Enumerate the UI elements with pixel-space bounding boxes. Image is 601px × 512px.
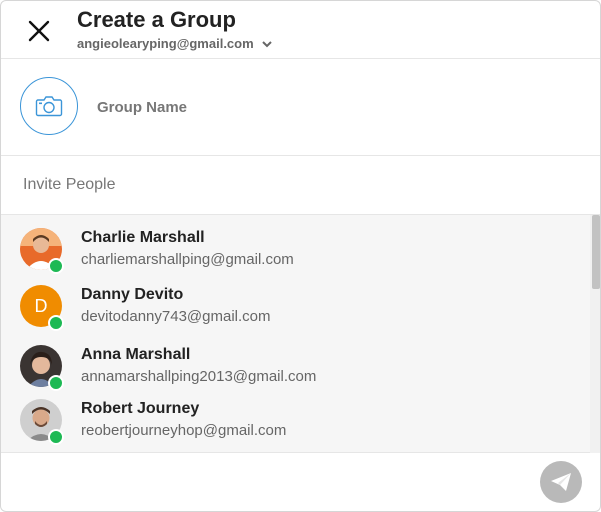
contact-name: Robert Journey: [81, 400, 200, 417]
dialog-title: Create a Group: [77, 7, 236, 32]
send-button[interactable]: [540, 461, 582, 503]
contact-name: Charlie Marshall: [81, 229, 205, 246]
online-status-dot: [48, 375, 64, 391]
account-email: angieolearyping@gmail.com: [77, 36, 254, 51]
contact-email: devitodanny743@gmail.com: [81, 308, 271, 325]
online-status-dot: [48, 315, 64, 331]
invite-people-input[interactable]: [23, 176, 563, 194]
group-name-input[interactable]: [97, 99, 557, 116]
close-icon: [28, 20, 50, 42]
chevron-down-icon: [261, 40, 272, 47]
scrollbar-thumb[interactable]: [592, 215, 600, 289]
contact-name: Anna Marshall: [81, 346, 191, 363]
contact-avatar: D: [20, 285, 64, 331]
contact-avatar: [20, 399, 64, 445]
group-name-row: [1, 59, 600, 156]
contact-list-scrollbar[interactable]: [590, 215, 600, 453]
contact-item[interactable]: Robert Journey reobertjourneyhop@gmail.c…: [1, 394, 589, 450]
contact-email: annamarshallping2013@gmail.com: [81, 368, 317, 385]
contact-item[interactable]: Anna Marshall annamarshallping2013@gmail…: [1, 340, 589, 396]
contact-name: Danny Devito: [81, 286, 184, 303]
group-photo-button[interactable]: [20, 77, 78, 135]
account-selector[interactable]: angieolearyping@gmail.com: [77, 36, 273, 51]
online-status-dot: [48, 258, 64, 274]
contact-item[interactable]: Charlie Marshall charliemarshallping@gma…: [1, 223, 589, 279]
contact-email: charliemarshallping@gmail.com: [81, 251, 294, 268]
contact-avatar: [20, 228, 64, 274]
create-group-dialog: Create a Group angieolearyping@gmail.com: [0, 0, 601, 512]
camera-icon: [35, 96, 63, 117]
close-button[interactable]: [23, 15, 55, 47]
paper-plane-icon: [551, 473, 571, 491]
invite-row: [1, 156, 600, 215]
contact-list: Charlie Marshall charliemarshallping@gma…: [1, 215, 600, 453]
contact-email: reobertjourneyhop@gmail.com: [81, 422, 287, 439]
contact-item[interactable]: D Danny Devito devitodanny743@gmail.com: [1, 280, 589, 336]
online-status-dot: [48, 429, 64, 445]
dialog-header: Create a Group angieolearyping@gmail.com: [1, 1, 600, 59]
contact-avatar: [20, 345, 64, 391]
